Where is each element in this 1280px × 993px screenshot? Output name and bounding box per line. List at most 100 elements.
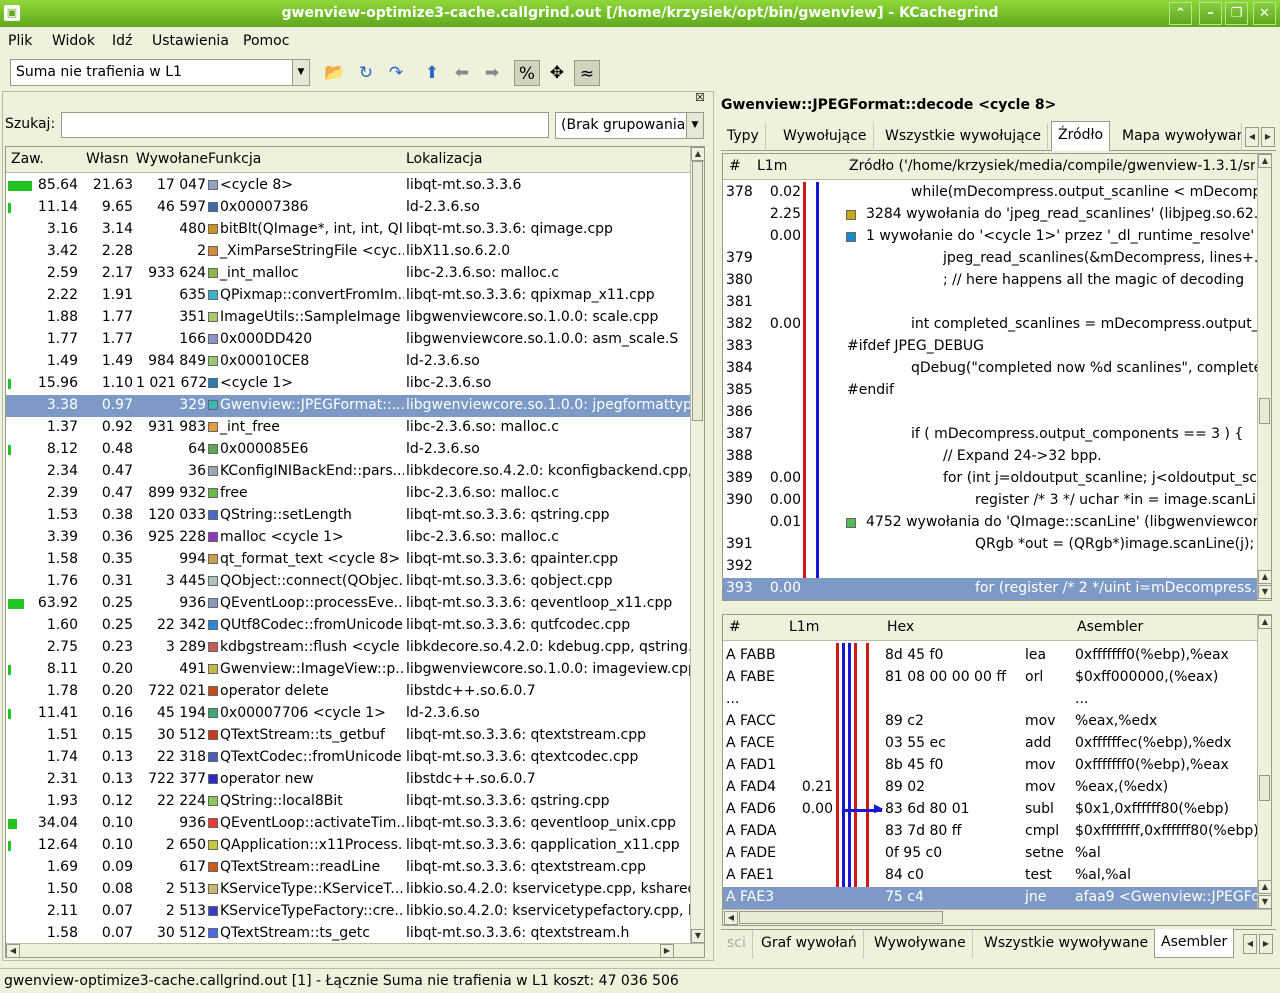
source-scrollbar[interactable]: ▲ ▲ ▼ (1257, 154, 1271, 600)
reload-icon[interactable]: ↻ (353, 60, 379, 86)
asm-row[interactable]: A FADE 0f 95 c0 setne %al (723, 843, 1257, 865)
percent-icon[interactable]: % (514, 60, 540, 86)
col-asm[interactable]: Asembler (1077, 619, 1143, 635)
tab-wszystkie-wywolujace[interactable]: Wszystkie wywołujące (879, 123, 1048, 151)
table-row[interactable]: 1.49 1.49 984 849 0x00010CE8 ld-2.3.6.so (6, 351, 690, 373)
search-input[interactable] (61, 112, 549, 138)
tab-scroll-left-icon[interactable]: ◀ (1245, 127, 1259, 147)
col-cost[interactable]: L1m (789, 619, 819, 635)
tab-scroll-left-icon[interactable]: ◀ (1243, 934, 1257, 954)
source-row[interactable]: 383 #ifdef JPEG_DEBUG (723, 336, 1257, 358)
menu-ustawienia[interactable]: Ustawienia (152, 33, 229, 49)
call-row[interactable]: 0.00 1 wywołanie do '<cycle 1>' przez '_d… (723, 226, 1257, 248)
table-row[interactable]: 1.51 0.15 30 512 QTextStream::ts_getbuf libq… (6, 725, 690, 747)
asm-hscrollbar[interactable]: ◀ (723, 909, 1271, 925)
up-icon[interactable]: ⬆ (419, 60, 445, 86)
asm-row[interactable]: A FABB 8d 45 f0 lea 0xfffffff0(%ebp),%eax (723, 645, 1257, 667)
table-row[interactable]: 11.41 0.16 45 194 0x00007706 <cycle 1> ld-2.… (6, 703, 690, 725)
asm-scrollbar[interactable]: ▲ ▲ ▼ (1257, 615, 1271, 909)
table-row[interactable]: 2.34 0.47 36 KConfigINIBackEnd::pars... libk… (6, 461, 690, 483)
flat-scrollbar[interactable]: ▲ ▼ (690, 147, 704, 943)
table-row[interactable]: 34.04 0.10 936 QEventLoop::activateTim... li… (6, 813, 690, 835)
source-row[interactable]: 384 qDebug("completed now %d scanlines", … (723, 358, 1257, 380)
maximize-button[interactable]: ❐ (1225, 2, 1248, 25)
table-row[interactable]: 2.59 2.17 933 624 _int_malloc libc-2.3.6.so:… (6, 263, 690, 285)
source-row[interactable]: 385 #endif (723, 380, 1257, 402)
scroll-right-icon[interactable]: ▶ (660, 944, 674, 957)
col-hex[interactable]: Hex (887, 619, 914, 635)
asm-row[interactable]: A FADA 83 7d 80 ff cmpl $0xffffffff,0xfffff… (723, 821, 1257, 843)
scroll-down-icon[interactable]: ▼ (691, 929, 704, 943)
scroll-up-icon[interactable]: ▲ (1258, 880, 1271, 894)
redo-icon[interactable]: ↷ (383, 60, 409, 86)
table-row[interactable]: 3.38 0.97 329 Gwenview::JPEGFormat::... libg… (6, 395, 690, 417)
col-location[interactable]: Lokalizacja (406, 151, 482, 167)
col-function[interactable]: Funkcja (208, 151, 261, 167)
tab-asembler[interactable]: Asembler (1154, 929, 1235, 958)
scroll-up-icon[interactable]: ▲ (1258, 570, 1271, 584)
table-row[interactable]: 1.74 0.13 22 318 QTextCodec::fromUnicode lib… (6, 747, 690, 769)
table-row[interactable]: 2.31 0.13 722 377 operator new libstdc++.so.… (6, 769, 690, 791)
asm-row[interactable]: A FABE 81 08 00 00 00 ff orl $0xff000000,(%… (723, 667, 1257, 689)
col-line[interactable]: # (729, 158, 741, 174)
table-row[interactable]: 1.58 0.07 30 512 QTextStream::ts_getc libqt-… (6, 923, 690, 943)
asm-row[interactable]: A FAD4 0.21 89 02 mov %eax,(%edx) (723, 777, 1257, 799)
table-row[interactable]: 2.39 0.47 899 932 free libc-2.3.6.so: malloc… (6, 483, 690, 505)
menu-plik[interactable]: Plik (8, 33, 32, 49)
col-addr[interactable]: # (729, 619, 741, 635)
col-incl[interactable]: Zaw. (11, 151, 44, 167)
source-row[interactable]: 386 (723, 402, 1257, 424)
source-row[interactable]: 379 jpeg_read_scanlines(&mDecompress, lin… (723, 248, 1257, 270)
shade-button[interactable]: ⌃ (1169, 2, 1192, 25)
source-row[interactable]: 389 0.00 for (int j=oldoutput_scanline; j<… (723, 468, 1257, 490)
menu-pomoc[interactable]: Pomoc (243, 33, 289, 49)
tab-typy[interactable]: Typy (721, 123, 766, 151)
table-row[interactable]: 15.96 1.10 1 021 672 <cycle 1> libc-2.3.6.so (6, 373, 690, 395)
tab-wywolywane[interactable]: Wywoływane (868, 930, 973, 958)
source-row[interactable]: 381 (723, 292, 1257, 314)
close-button[interactable]: ✕ (1253, 2, 1276, 25)
table-row[interactable]: 8.12 0.48 64 0x000085E6 ld-2.3.6.so (6, 439, 690, 461)
tab-graf-wywolan[interactable]: Graf wywołań (755, 930, 864, 958)
table-row[interactable]: 1.78 0.20 722 021 operator delete libstdc++.… (6, 681, 690, 703)
table-row[interactable]: 2.11 0.07 2 513 KServiceTypeFactory::cre...… (6, 901, 690, 923)
table-row[interactable]: 1.69 0.09 617 QTextStream::readLine libqt-mt… (6, 857, 690, 879)
grouping-combo[interactable]: (Brak grupowania) ▼ (555, 112, 704, 139)
col-called[interactable]: Wywołane (136, 151, 208, 167)
table-row[interactable]: 63.92 0.25 936 QEventLoop::processEve... lib… (6, 593, 690, 615)
menu-widok[interactable]: Widok (52, 33, 95, 49)
tab-partial[interactable]: sci (721, 930, 753, 958)
table-row[interactable]: 3.39 0.36 925 228 malloc <cycle 1> libc-2.3.… (6, 527, 690, 549)
tab-scroll-right-icon[interactable]: ▶ (1259, 934, 1273, 954)
table-row[interactable]: 1.50 0.08 2 513 KServiceType::KServiceT... l… (6, 879, 690, 901)
col-cost[interactable]: L1m (757, 158, 787, 174)
table-row[interactable]: 1.58 0.35 994 qt_format_text <cycle 8> libqt… (6, 549, 690, 571)
source-row[interactable]: 393 0.00 for (register /* 2 */uint i=mDeco… (723, 578, 1257, 600)
event-type-combo[interactable]: Suma nie trafienia w L1 ▼ (10, 59, 310, 86)
menu-idz[interactable]: Idź (112, 33, 132, 49)
forward-icon[interactable]: ➡ (479, 60, 505, 86)
tab-wszystkie-wywolywane[interactable]: Wszystkie wywoływane (978, 930, 1156, 958)
table-row[interactable]: 1.37 0.92 931 983 _int_free libc-2.3.6.so: m… (6, 417, 690, 439)
table-row[interactable]: 3.16 3.14 480 bitBlt(QImage*, int, int, QI.… (6, 219, 690, 241)
source-row[interactable]: 390 0.00 register /* 3 */ uchar *in = imag… (723, 490, 1257, 512)
source-row[interactable]: 392 (723, 556, 1257, 578)
source-row[interactable]: 382 0.00 int completed_scanlines = mDecomp… (723, 314, 1257, 336)
table-row[interactable]: 1.88 1.77 351 ImageUtils::SampleImage libgwe… (6, 307, 690, 329)
hscroll-thumb[interactable] (739, 911, 943, 924)
call-row[interactable]: 2.25 3284 wywołania do 'jpeg_read_scanlin… (723, 204, 1257, 226)
cycle-icon[interactable]: ≈ (574, 60, 600, 86)
source-row[interactable]: 391 QRgb *out = (QRgb*)image.scanLine(j); (723, 534, 1257, 556)
close-icon[interactable]: ☒ (695, 91, 705, 104)
table-row[interactable]: 12.64 0.10 2 650 QApplication::x11Process..… (6, 835, 690, 857)
scroll-up-icon[interactable]: ▲ (1258, 615, 1271, 629)
scroll-thumb[interactable] (692, 161, 703, 421)
col-source[interactable]: Źródło ('/home/krzysiek/media/compile/gw… (849, 158, 1255, 174)
scroll-down-icon[interactable]: ▼ (1258, 895, 1271, 909)
tab-mapa-wywolywanych[interactable]: Mapa wywoływanych (1116, 123, 1242, 151)
table-row[interactable]: 1.76 0.31 3 445 QObject::connect(QObjec... l… (6, 571, 690, 593)
scroll-left-icon[interactable]: ◀ (724, 911, 738, 925)
scroll-left-icon[interactable]: ◀ (6, 944, 20, 957)
source-row[interactable]: 388 // Expand 24->32 bpp. (723, 446, 1257, 468)
scroll-up-icon[interactable]: ▲ (1258, 154, 1271, 168)
